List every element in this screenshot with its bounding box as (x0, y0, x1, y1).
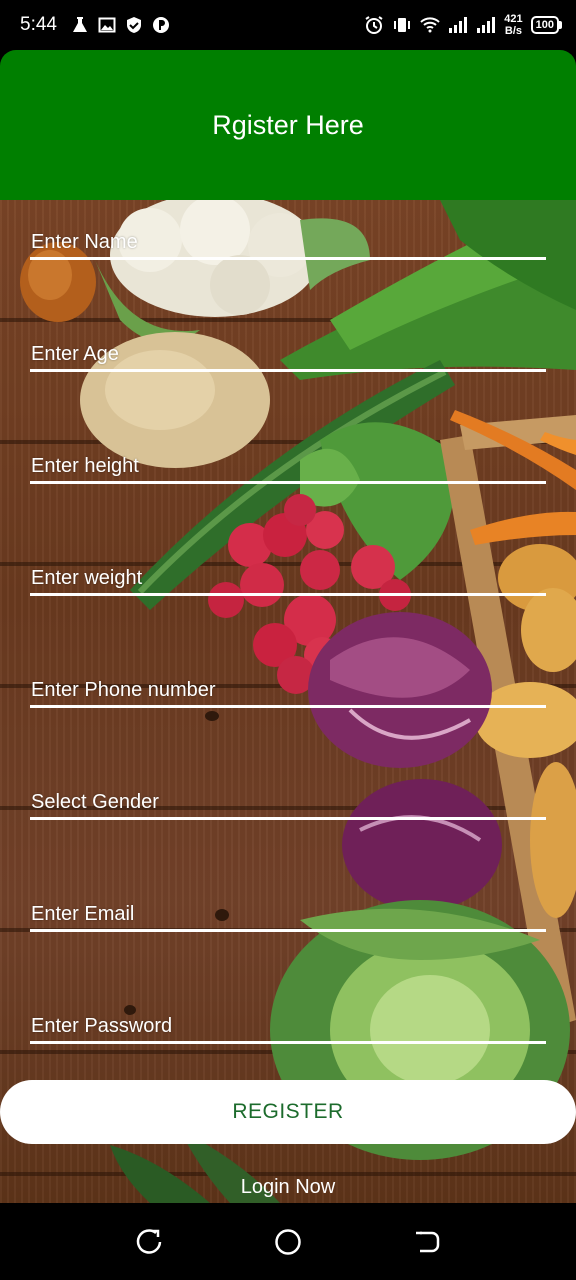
age-field[interactable]: Enter Age (30, 332, 546, 372)
login-now-link[interactable]: Login Now (0, 1176, 576, 1199)
phone-field[interactable]: Enter Phone number (30, 668, 546, 708)
email-field-placeholder: Enter Email (31, 903, 135, 925)
height-field-placeholder: Enter height (31, 455, 139, 477)
lab-flask-icon (72, 17, 87, 32)
gender-select-placeholder: Select Gender (31, 791, 159, 813)
image-icon (98, 17, 116, 33)
height-field[interactable]: Enter height (30, 444, 546, 484)
navigation-bar (0, 1203, 576, 1280)
net-speed-value: 421 (504, 13, 523, 25)
shield-icon (126, 17, 141, 33)
status-bar: 5:44 421 B/s 100 (0, 0, 576, 50)
alarm-icon (365, 16, 383, 34)
home-icon[interactable] (273, 1227, 303, 1257)
register-button[interactable]: REGISTER (0, 1080, 576, 1144)
network-speed: 421 B/s (504, 13, 522, 37)
name-field[interactable]: Enter Name (30, 220, 546, 260)
age-field-placeholder: Enter Age (31, 343, 119, 365)
battery-icon: 100 (530, 16, 562, 34)
email-field[interactable]: Enter Email (30, 892, 546, 932)
p-icon (152, 17, 169, 33)
phone-field-placeholder: Enter Phone number (31, 679, 216, 701)
gender-select[interactable]: Select Gender (30, 780, 546, 820)
system-icons: 421 B/s 100 (364, 13, 562, 37)
name-field-placeholder: Enter Name (31, 231, 138, 253)
battery-level: 100 (530, 16, 559, 34)
wifi-icon (420, 17, 440, 33)
app-header: Rgister Here (0, 50, 576, 200)
password-field[interactable]: Enter Password (30, 1004, 546, 1044)
vibrate-icon (394, 18, 411, 32)
page-title: Rgister Here (212, 109, 364, 140)
notification-icons (71, 16, 170, 34)
weight-field-placeholder: Enter weight (31, 567, 143, 589)
recent-apps-icon[interactable] (134, 1227, 164, 1257)
weight-field[interactable]: Enter weight (30, 556, 546, 596)
status-time: 5:44 (20, 14, 57, 35)
back-icon[interactable] (412, 1227, 442, 1257)
register-button-label: REGISTER (232, 1100, 344, 1123)
password-field-placeholder: Enter Password (31, 1015, 173, 1037)
signal-icon (477, 17, 496, 33)
net-speed-unit: B/s (504, 25, 523, 37)
signal-icon (449, 17, 468, 33)
